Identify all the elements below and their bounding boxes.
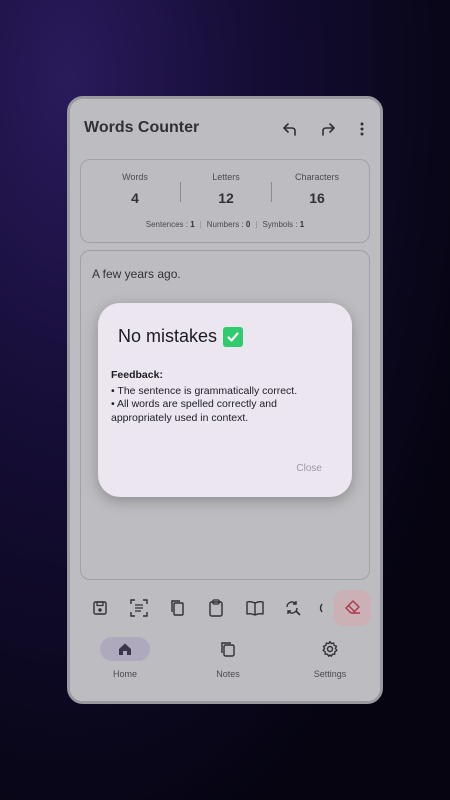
feedback-line: • All words are spelled correctly and ap… xyxy=(111,398,277,424)
dialog-title-text: No mistakes xyxy=(118,326,218,346)
feedback-line: • The sentence is grammatically correct. xyxy=(111,384,298,397)
feedback-block: Feedback: • The sentence is grammaticall… xyxy=(111,369,339,425)
result-dialog: No mistakes Feedback: • The sentence is … xyxy=(98,303,352,497)
close-button[interactable]: Close xyxy=(296,463,322,474)
feedback-heading: Feedback: xyxy=(111,369,163,381)
dialog-title: No mistakes xyxy=(118,326,244,347)
green-check-icon xyxy=(223,326,244,347)
